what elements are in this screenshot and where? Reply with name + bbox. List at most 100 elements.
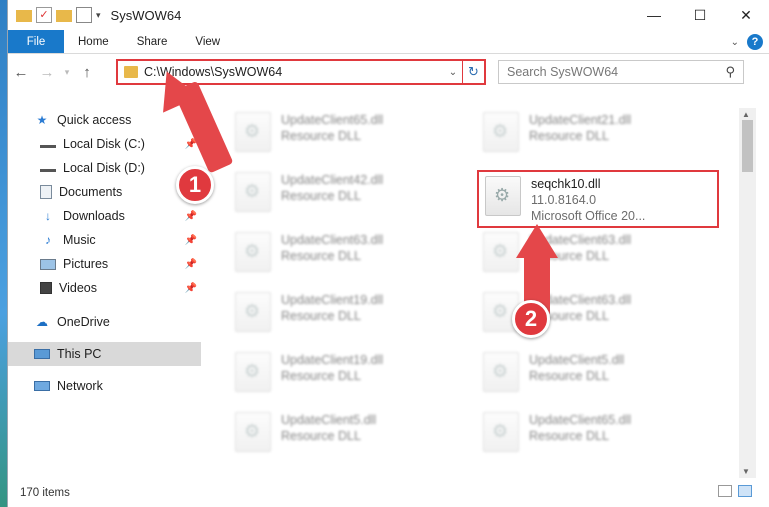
item-count: 170 items: [20, 486, 70, 499]
sidebar-item-label: Local Disk (D:): [63, 161, 145, 175]
navigation-pane: ★ Quick access Local Disk (C:) 📌 Local D…: [8, 108, 201, 478]
sidebar-item-label: Downloads: [63, 209, 125, 223]
sidebar-item-videos[interactable]: Videos 📌: [8, 276, 201, 300]
tab-view[interactable]: View: [181, 30, 234, 53]
sidebar-item-pictures[interactable]: Pictures 📌: [8, 252, 201, 276]
list-item[interactable]: UpdateClient63.dllResource DLL: [477, 228, 717, 280]
sidebar-item-label: Quick access: [57, 113, 132, 127]
badge-number: 1: [188, 172, 202, 197]
folder-icon[interactable]: [16, 10, 32, 22]
file-type: Resource DLL: [281, 249, 361, 263]
close-button[interactable]: ✕: [723, 0, 769, 30]
sidebar-item-downloads[interactable]: ↓ Downloads 📌: [8, 204, 201, 228]
sidebar-item-label: Local Disk (C:): [63, 137, 145, 151]
sidebar-item-onedrive[interactable]: ☁ OneDrive: [8, 310, 201, 334]
sidebar-item-label: This PC: [57, 347, 102, 361]
pin-icon[interactable]: 📌: [185, 283, 197, 294]
file-name: UpdateClient5.dll: [529, 353, 625, 367]
tab-share[interactable]: Share: [123, 30, 182, 53]
ribbon-tabs: File Home Share View ⌄ ?: [8, 30, 769, 54]
new-folder-icon[interactable]: [56, 10, 72, 22]
dll-file-icon: [483, 232, 519, 272]
large-icons-view-icon[interactable]: [738, 485, 752, 497]
view-options-icon[interactable]: [76, 7, 92, 23]
dll-file-icon: [235, 112, 271, 152]
file-type: Resource DLL: [281, 129, 361, 143]
list-item[interactable]: UpdateClient63.dll Resource DLL: [229, 228, 469, 280]
minimize-button[interactable]: —: [631, 0, 677, 30]
up-button[interactable]: ↑: [74, 64, 100, 81]
file-type: Resource DLL: [281, 309, 361, 323]
sidebar-item-this-pc[interactable]: This PC: [8, 342, 201, 366]
list-item[interactable]: UpdateClient65.dll Resource DLL: [477, 408, 717, 460]
annotation-badge-2: 2: [512, 300, 550, 338]
badge-number: 2: [524, 306, 538, 331]
maximize-button[interactable]: ☐: [677, 0, 723, 30]
file-name: UpdateClient21.dll: [529, 113, 632, 127]
forward-button[interactable]: →: [34, 64, 60, 81]
search-input[interactable]: Search SysWOW64 ⚲: [498, 60, 744, 84]
tab-home[interactable]: Home: [64, 30, 123, 53]
sidebar-item-network[interactable]: Network: [8, 374, 201, 398]
network-icon: [34, 381, 50, 391]
list-item[interactable]: UpdateClient42.dll Resource DLL: [229, 168, 469, 220]
dll-file-icon: [235, 292, 271, 332]
scroll-down-icon[interactable]: ▼: [742, 467, 750, 476]
pictures-icon: [40, 258, 56, 270]
dll-file-icon: [235, 232, 271, 272]
file-type: Resource DLL: [281, 189, 361, 203]
expand-ribbon-icon[interactable]: ⌄: [731, 37, 739, 48]
recent-locations-button[interactable]: ▾: [60, 67, 74, 78]
scroll-up-icon[interactable]: ▲: [742, 110, 750, 119]
list-item[interactable]: UpdateClient19.dll Resource DLL: [229, 288, 469, 340]
properties-icon[interactable]: ✓: [36, 7, 52, 23]
list-item[interactable]: UpdateClient5.dll Resource DLL: [229, 408, 469, 460]
drive-icon: [40, 164, 56, 172]
videos-icon: [40, 282, 52, 294]
sidebar-item-label: Music: [63, 233, 96, 247]
sidebar-item-documents[interactable]: Documents: [8, 180, 201, 204]
chevron-down-icon[interactable]: ▾: [96, 10, 101, 21]
dll-file-icon: [235, 352, 271, 392]
sidebar-item-local-disk-c[interactable]: Local Disk (C:) 📌: [8, 132, 201, 156]
refresh-icon[interactable]: ↻: [462, 61, 484, 83]
sidebar-item-music[interactable]: ♪ Music 📌: [8, 228, 201, 252]
file-type: Resource DLL: [281, 429, 361, 443]
vertical-scrollbar[interactable]: ▲ ▼: [739, 108, 756, 478]
chevron-down-icon[interactable]: ⌄: [444, 67, 462, 78]
file-type: Resource DLL: [529, 129, 609, 143]
file-name: UpdateClient63.dll: [281, 233, 384, 247]
file-name: UpdateClient19.dll: [281, 353, 384, 367]
list-item[interactable]: UpdateClient5.dll Resource DLL: [477, 348, 717, 400]
sidebar-item-local-disk-d[interactable]: Local Disk (D:): [8, 156, 201, 180]
tab-file[interactable]: File: [8, 30, 64, 53]
computer-icon: [34, 349, 50, 359]
download-icon: ↓: [45, 209, 51, 223]
window-controls: — ☐ ✕: [631, 0, 769, 30]
drive-icon: [40, 140, 56, 148]
sidebar-item-quick-access[interactable]: ★ Quick access: [8, 108, 201, 132]
pin-icon[interactable]: 📌: [185, 211, 197, 222]
file-version: 11.0.8164.0: [531, 193, 597, 207]
file-type: Resource DLL: [281, 369, 361, 383]
star-icon: ★: [36, 113, 48, 127]
sidebar-item-label: Videos: [59, 281, 97, 295]
file-name: UpdateClient42.dll: [281, 173, 384, 187]
details-view-icon[interactable]: [718, 485, 732, 497]
pin-icon[interactable]: 📌: [185, 259, 197, 270]
list-item[interactable]: UpdateClient19.dll Resource DLL: [229, 348, 469, 400]
file-name: seqchk10.dll: [531, 177, 601, 191]
search-icon: ⚲: [725, 64, 735, 79]
scrollbar-thumb[interactable]: [742, 120, 753, 172]
highlighted-file-seqchk10[interactable]: seqchk10.dll 11.0.8164.0 Microsoft Offic…: [477, 170, 719, 228]
help-icon[interactable]: ?: [747, 34, 763, 50]
list-item[interactable]: UpdateClient65.dll Resource DLL: [229, 108, 469, 160]
file-company: Microsoft Office 20...: [531, 209, 646, 223]
sidebar-item-label: OneDrive: [57, 315, 110, 329]
cloud-icon: ☁: [36, 315, 48, 329]
pin-icon[interactable]: 📌: [185, 235, 197, 246]
list-item[interactable]: UpdateClient21.dll Resource DLL: [477, 108, 717, 160]
back-button[interactable]: ←: [8, 64, 34, 81]
file-name: UpdateClient65.dll: [281, 113, 384, 127]
file-list: UpdateClient65.dll Resource DLL UpdateCli…: [221, 108, 739, 478]
